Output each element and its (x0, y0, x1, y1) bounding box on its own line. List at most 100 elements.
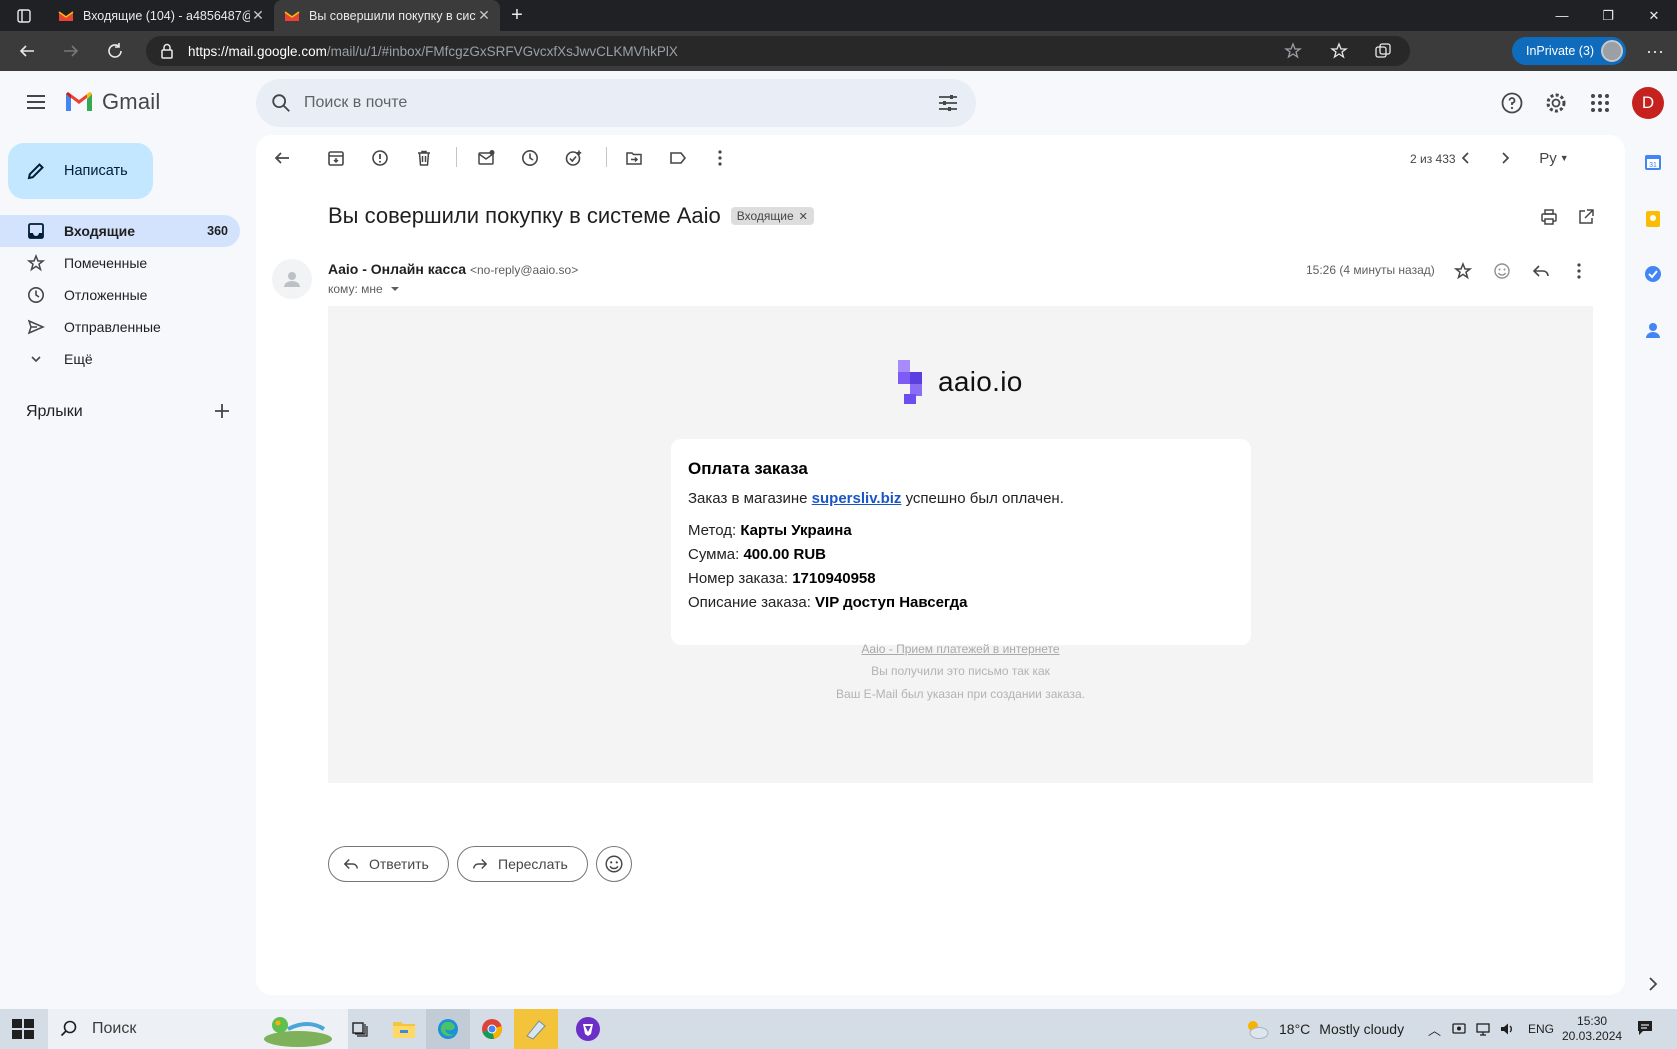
emoji-react-icon[interactable] (1492, 261, 1512, 281)
new-tab-button[interactable]: + (500, 0, 534, 31)
inbox-label-chip[interactable]: Входящие ✕ (730, 207, 814, 225)
move-to-icon[interactable] (624, 148, 644, 168)
add-favorite-icon[interactable] (1284, 42, 1302, 60)
notifications-icon[interactable] (1636, 1019, 1654, 1037)
toolbar-divider (606, 147, 607, 167)
cloudy-weather-icon (1248, 1021, 1269, 1039)
footer-link[interactable]: Aaio - Прием платежей в интернете (328, 642, 1593, 656)
remove-label-icon[interactable]: ✕ (799, 210, 808, 223)
file-explorer-icon[interactable] (382, 1009, 426, 1049)
forward-button[interactable]: Переслать (457, 846, 588, 882)
more-options-icon[interactable]: ··· (1644, 40, 1666, 62)
settings-gear-icon[interactable] (1544, 91, 1568, 115)
brand-text: aaio.io (938, 366, 1023, 397)
reply-icon[interactable] (1531, 261, 1551, 281)
chrome-icon[interactable] (470, 1009, 514, 1049)
sender-avatar[interactable] (272, 259, 312, 299)
search-bar[interactable] (256, 79, 976, 127)
keep-icon[interactable] (1643, 209, 1663, 229)
more-actions-icon[interactable] (710, 148, 730, 168)
back-icon[interactable] (16, 40, 38, 62)
lock-icon[interactable] (158, 42, 176, 60)
address-bar[interactable]: https://mail.google.com/mail/u/1/#inbox/… (146, 36, 1410, 66)
details-chevron-icon[interactable] (390, 285, 400, 293)
reply-label: Ответить (369, 856, 429, 872)
show-side-panel-icon[interactable] (1643, 974, 1663, 994)
close-tab-icon[interactable]: ✕ (476, 7, 492, 24)
system-clock[interactable]: 15:30 20.03.2024 (1562, 1014, 1622, 1044)
sidebar-item-inbox[interactable]: Входящие 360 (0, 215, 240, 247)
sender-name[interactable]: Aaio - Онлайн касса (328, 261, 466, 277)
toolbar-divider (456, 147, 457, 167)
minimize-icon[interactable]: — (1539, 0, 1585, 31)
back-to-inbox-icon[interactable] (272, 148, 292, 168)
tab-actions-icon[interactable] (0, 0, 48, 31)
sidebar-item-sent[interactable]: Отправленные (0, 311, 240, 343)
card-title: Оплата заказа (688, 459, 808, 478)
report-spam-icon[interactable] (370, 148, 390, 168)
restore-icon[interactable]: ❐ (1585, 0, 1631, 31)
search-input[interactable] (304, 94, 904, 112)
browser-tab-inbox[interactable]: Входящие (104) - a4856487@gmail.com ✕ (48, 0, 274, 31)
sidebar-item-more[interactable]: Ещё (0, 343, 240, 375)
contacts-icon[interactable] (1643, 320, 1663, 340)
gmail-m-icon (66, 92, 92, 111)
notes-app-icon[interactable] (514, 1009, 558, 1049)
recipient-line[interactable]: кому: мне (328, 282, 400, 296)
print-icon[interactable] (1539, 207, 1559, 227)
sum-row: Сумма: 400.00 RUB (688, 546, 827, 563)
main-menu-icon[interactable] (24, 90, 48, 114)
input-tools-toggle[interactable]: Ру ▼ (1534, 148, 1574, 168)
tab-title: Входящие (104) - a4856487@gmail.com (83, 8, 250, 23)
show-hidden-icons-icon[interactable]: ︿ (1428, 1020, 1441, 1039)
browser-tab-message[interactable]: Вы совершили покупку в системе Aaio ✕ (274, 0, 500, 31)
snooze-icon[interactable] (520, 148, 540, 168)
star-message-icon[interactable] (1453, 261, 1473, 281)
inprivate-button[interactable]: InPrivate (3) (1512, 37, 1626, 65)
sidebar-item-starred[interactable]: Помеченные (0, 247, 240, 279)
close-window-icon[interactable]: ✕ (1631, 0, 1677, 31)
compose-button[interactable]: Написать (8, 143, 153, 199)
add-to-tasks-icon[interactable] (564, 148, 584, 168)
close-tab-icon[interactable]: ✕ (250, 7, 266, 24)
weather-widget[interactable]: 18°C Mostly cloudy (1244, 1009, 1404, 1049)
volume-icon[interactable] (1499, 1021, 1515, 1037)
search-icon[interactable] (270, 92, 292, 114)
meet-now-icon[interactable] (1451, 1021, 1467, 1037)
tasks-icon[interactable] (1643, 264, 1663, 284)
edge-browser-icon[interactable] (426, 1009, 470, 1049)
mark-unread-icon[interactable] (476, 148, 496, 168)
sidebar-item-label: Отправленные (64, 319, 161, 335)
vpn-app-icon[interactable] (566, 1009, 610, 1049)
sidebar-item-snoozed[interactable]: Отложенные (0, 279, 240, 311)
shop-link[interactable]: supersliv.biz (812, 490, 902, 507)
label-icon[interactable] (668, 148, 688, 168)
favorites-icon[interactable] (1330, 42, 1348, 60)
forward-icon[interactable] (60, 40, 82, 62)
message-more-icon[interactable] (1569, 261, 1589, 281)
apps-grid-icon[interactable] (1588, 91, 1612, 115)
network-icon[interactable] (1475, 1021, 1491, 1037)
open-new-window-icon[interactable] (1576, 207, 1596, 227)
search-options-icon[interactable] (936, 91, 960, 115)
add-label-icon[interactable] (212, 401, 232, 421)
gmail-logo[interactable]: Gmail (64, 89, 160, 115)
windows-start-icon[interactable] (12, 1019, 34, 1039)
calendar-icon[interactable]: 31 (1643, 152, 1663, 172)
input-language[interactable]: ENG (1528, 1022, 1554, 1036)
taskbar-search[interactable]: Поиск (48, 1009, 348, 1049)
emoji-reaction-button[interactable] (596, 846, 632, 882)
older-icon[interactable] (1495, 148, 1515, 168)
refresh-icon[interactable] (104, 40, 126, 62)
weather-temp: 18°C (1279, 1021, 1311, 1037)
gmail-logo-text: Gmail (102, 89, 161, 114)
task-view-icon[interactable] (338, 1009, 382, 1049)
delete-icon[interactable] (414, 148, 434, 168)
help-icon[interactable] (1500, 91, 1524, 115)
collections-icon[interactable] (1374, 42, 1392, 60)
account-avatar[interactable]: D (1632, 87, 1664, 119)
order-number-row: Номер заказа: 1710940958 (688, 570, 876, 587)
newer-icon[interactable] (1456, 148, 1476, 168)
archive-icon[interactable] (326, 148, 346, 168)
reply-button[interactable]: Ответить (328, 846, 449, 882)
